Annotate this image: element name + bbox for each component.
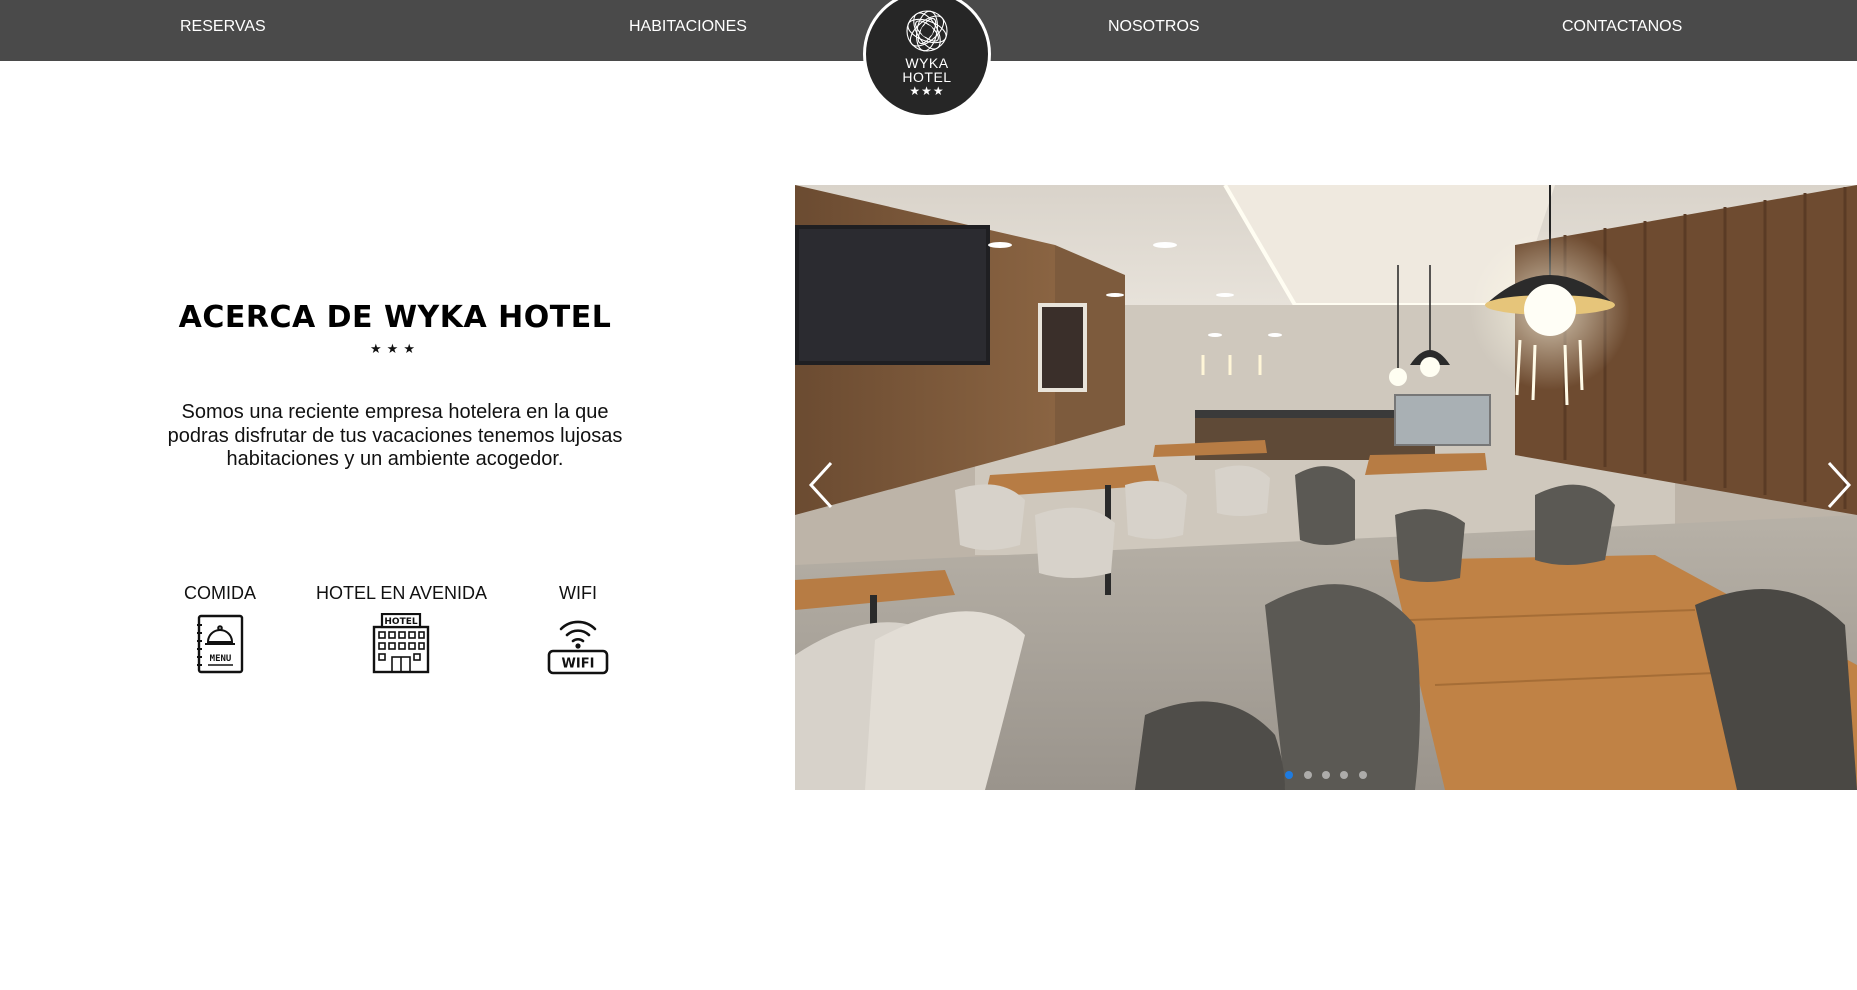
- hotel-building-icon: HOTEL: [372, 613, 430, 674]
- amenity-label: COMIDA: [184, 583, 256, 603]
- menu-icon-text: MENU: [210, 654, 232, 664]
- logo-stars: ★★★: [909, 84, 945, 98]
- carousel-indicators: [795, 766, 1857, 784]
- logo-emblem-icon: [906, 10, 948, 52]
- amenity-wifi: WIFI WIFI: [544, 583, 612, 675]
- nav-link-nosotros[interactable]: NOSOTROS: [1108, 0, 1200, 53]
- nav-link-reservas[interactable]: RESERVAS: [180, 0, 266, 53]
- carousel-indicator-5[interactable]: [1358, 771, 1367, 779]
- menu-icon: MENU: [197, 614, 244, 674]
- amenity-comida: COMIDA MENU: [178, 583, 262, 675]
- image-carousel[interactable]: [795, 185, 1857, 790]
- wifi-icon: WIFI: [547, 620, 609, 675]
- restaurant-photo: [795, 185, 1857, 790]
- chevron-left-icon: [808, 461, 833, 509]
- hotel-icon-text: HOTEL: [384, 617, 417, 627]
- amenity-hotel-en-avenida: HOTEL EN AVENIDA HOTEL: [316, 583, 488, 675]
- carousel-indicator-4[interactable]: [1340, 771, 1349, 779]
- amenity-label: WIFI: [559, 583, 597, 603]
- logo-sub: HOTEL: [902, 69, 952, 85]
- about-description: Somos una reciente empresa hotelera en l…: [167, 401, 623, 470]
- hotel-logo[interactable]: WYKA HOTEL ★★★: [863, 0, 991, 118]
- carousel-next-button[interactable]: [1817, 455, 1857, 515]
- carousel-indicator-2[interactable]: [1303, 771, 1312, 779]
- nav-link-contactanos[interactable]: CONTACTANOS: [1562, 0, 1682, 53]
- about-stars: ★★★: [370, 341, 420, 356]
- chevron-right-icon: [1827, 461, 1852, 509]
- amenity-label: HOTEL EN AVENIDA: [316, 583, 488, 603]
- carousel-prev-button[interactable]: [803, 455, 843, 515]
- carousel-indicator-1[interactable]: [1285, 771, 1294, 779]
- nav-link-habitaciones[interactable]: HABITACIONES: [629, 0, 747, 53]
- about-title: ACERCA DE WYKA HOTEL: [178, 300, 612, 335]
- wifi-icon-text: WIFI: [562, 657, 595, 672]
- carousel-indicator-3[interactable]: [1322, 771, 1330, 779]
